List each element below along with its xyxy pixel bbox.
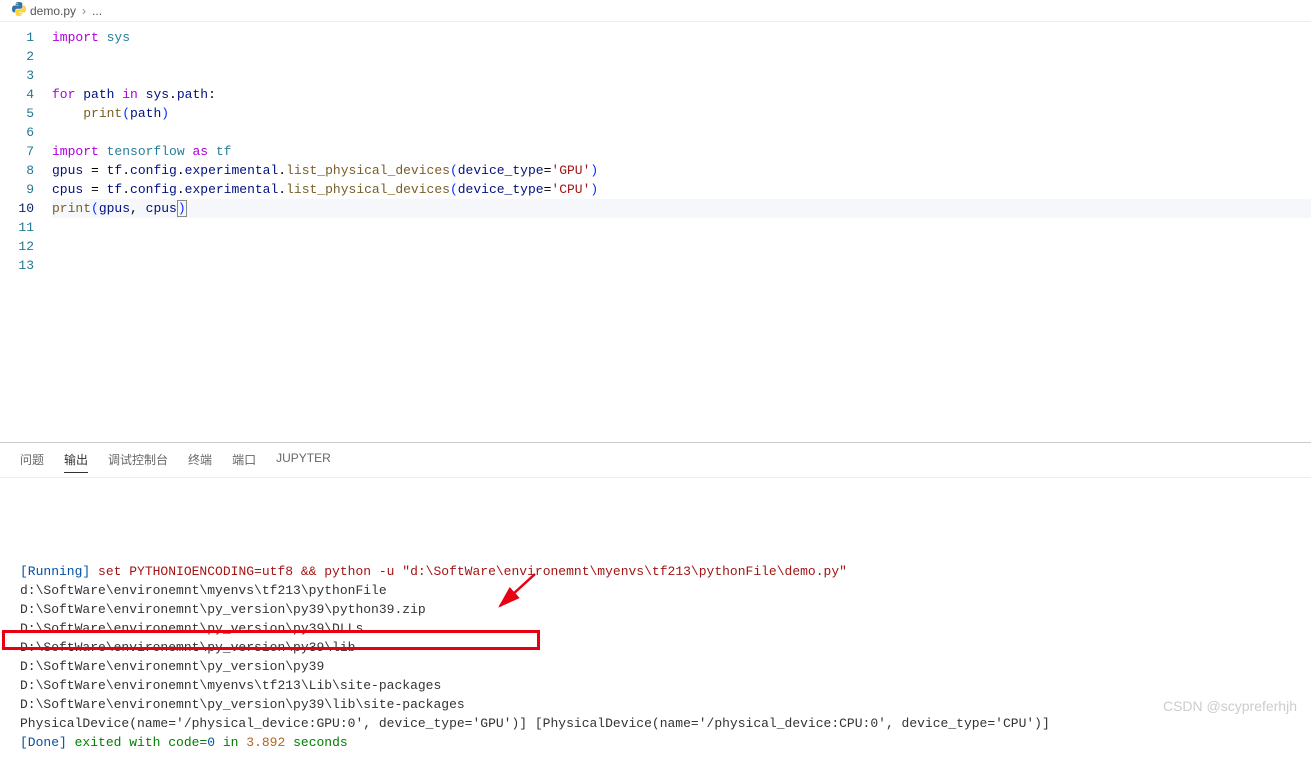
breadcrumb-trail[interactable]: ... <box>92 4 102 18</box>
line-number: 12 <box>0 237 34 256</box>
code-editor[interactable]: 12345678910111213 import sysfor path in … <box>0 22 1311 442</box>
code-line[interactable] <box>52 218 1311 237</box>
tab-problems[interactable]: 问题 <box>20 451 44 473</box>
line-number: 13 <box>0 256 34 275</box>
panel-tabs: 问题输出调试控制台终端端口 JUPYTER <box>0 443 1311 478</box>
breadcrumb: demo.py › ... <box>0 0 1311 22</box>
line-gutter: 12345678910111213 <box>0 22 52 442</box>
tab-output[interactable]: 输出 <box>64 451 88 473</box>
code-line[interactable] <box>52 237 1311 256</box>
output-line: D:\SoftWare\environemnt\py_version\py39\… <box>20 695 1291 714</box>
output-line: d:\SoftWare\environemnt\myenvs\tf213\pyt… <box>20 581 1291 600</box>
tab-ports[interactable]: 端口 <box>232 451 256 473</box>
line-number: 10 <box>0 199 34 218</box>
output-line: [Running] set PYTHONIOENCODING=utf8 && p… <box>20 562 1291 581</box>
code-line[interactable]: print(path) <box>52 104 1311 123</box>
tab-debug[interactable]: 调试控制台 <box>108 451 168 473</box>
output-line: D:\SoftWare\environemnt\py_version\py39\… <box>20 619 1291 638</box>
code-line[interactable] <box>52 123 1311 142</box>
breadcrumb-file[interactable]: demo.py <box>30 4 76 18</box>
code-line[interactable]: import tensorflow as tf <box>52 142 1311 161</box>
output-line: D:\SoftWare\environemnt\myenvs\tf213\Lib… <box>20 676 1291 695</box>
line-number: 4 <box>0 85 34 104</box>
python-file-icon <box>12 2 26 19</box>
bottom-panel: 问题输出调试控制台终端端口 JUPYTER [Running] set PYTHO… <box>0 443 1311 760</box>
breadcrumb-separator: › <box>82 4 86 18</box>
code-line[interactable] <box>52 66 1311 85</box>
code-area[interactable]: import sys for path in sys.path: print(pa… <box>52 22 1311 442</box>
code-line[interactable]: import sys <box>52 28 1311 47</box>
output-line: D:\SoftWare\environemnt\py_version\py39\… <box>20 638 1291 657</box>
line-number: 9 <box>0 180 34 199</box>
code-line[interactable] <box>52 47 1311 66</box>
watermark: CSDN @scypreferhjh <box>1163 698 1297 714</box>
output-line: [Done] exited with code=0 in 3.892 secon… <box>20 733 1291 752</box>
code-line[interactable]: for path in sys.path: <box>52 85 1311 104</box>
line-number: 7 <box>0 142 34 161</box>
line-number: 3 <box>0 66 34 85</box>
line-number: 11 <box>0 218 34 237</box>
output-line: D:\SoftWare\environemnt\py_version\py39\… <box>20 600 1291 619</box>
code-line[interactable]: cpus = tf.config.experimental.list_physi… <box>52 180 1311 199</box>
code-line[interactable] <box>52 256 1311 275</box>
output-line: PhysicalDevice(name='/physical_device:GP… <box>20 714 1291 733</box>
output-line: D:\SoftWare\environemnt\py_version\py39 <box>20 657 1291 676</box>
tab-terminal[interactable]: 终端 <box>188 451 212 473</box>
line-number: 6 <box>0 123 34 142</box>
line-number: 2 <box>0 47 34 66</box>
line-number: 5 <box>0 104 34 123</box>
output-content[interactable]: [Running] set PYTHONIOENCODING=utf8 && p… <box>0 478 1311 760</box>
line-number: 8 <box>0 161 34 180</box>
code-line[interactable]: gpus = tf.config.experimental.list_physi… <box>52 161 1311 180</box>
line-number: 1 <box>0 28 34 47</box>
code-line[interactable]: print(gpus, cpus) <box>52 199 1311 218</box>
tab-jupyter[interactable]: JUPYTER <box>276 451 331 473</box>
